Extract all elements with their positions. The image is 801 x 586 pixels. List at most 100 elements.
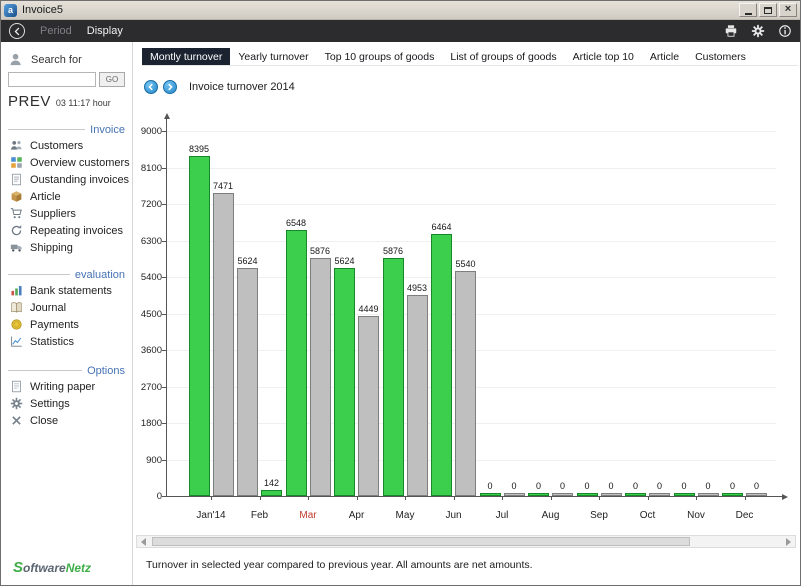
y-axis-label: 6300 [134,236,162,247]
tab-top10-groups[interactable]: Top 10 groups of goods [317,48,443,65]
window-title: Invoice5 [22,4,63,16]
close-x-icon [10,414,23,427]
close-icon: × [785,4,791,15]
minimize-icon [745,13,752,15]
x-axis-arrow [782,494,788,500]
bar-current-year [383,258,404,496]
bar-current-year [625,493,646,496]
sidebar-item-customers[interactable]: Customers [1,137,132,154]
tab-customers[interactable]: Customers [687,48,754,65]
bar-previous-year [601,493,622,496]
shipping-icon [10,241,23,254]
next-year-button[interactable] [163,80,177,94]
gridline [166,131,776,132]
printer-icon[interactable] [724,24,738,38]
writing-paper-icon [10,380,23,393]
scroll-right-icon[interactable] [786,538,791,546]
sidebar-item-article[interactable]: Article [1,188,132,205]
search-input[interactable] [8,72,96,87]
tab-yearly-turnover[interactable]: Yearly turnover [230,48,316,65]
toolbar: Period Display [1,20,800,42]
prev-label: PREV [8,93,51,110]
tab-article[interactable]: Article [642,48,687,65]
bar-previous-year [237,268,258,496]
overview-customers-icon [10,156,23,169]
back-button[interactable] [9,23,25,39]
y-axis-label: 8100 [134,163,162,174]
x-tick [599,496,600,500]
prev-time-label: 03 11:17 hour [56,98,111,108]
tab-list-groups[interactable]: List of groups of goods [442,48,564,65]
app-window: a Invoice5 × Period Display Search for G… [0,0,801,586]
bar-value-label: 5876 [373,246,413,256]
sidebar-item-shipping[interactable]: Shipping [1,239,132,256]
x-tick [211,496,212,500]
sidebar-item-writing-paper[interactable]: Writing paper [1,378,132,395]
x-tick [696,496,697,500]
y-axis-label: 5400 [134,272,162,283]
bar-current-year [189,156,210,496]
section-header-evaluation: evaluation [1,267,132,282]
x-tick [551,496,552,500]
sidebar: Search for GO PREV 03 11:17 hour Invoice… [1,42,133,585]
bar-value-label: 5624 [325,256,365,266]
sidebar-item-overview-customers[interactable]: Overview customers [1,154,132,171]
bar-previous-year [455,271,476,496]
bar-value-label: 7471 [203,181,243,191]
bar-previous-year [504,493,525,496]
sidebar-item-journal[interactable]: Journal [1,299,132,316]
bar-previous-year [358,316,379,496]
sidebar-item-close[interactable]: Close [1,412,132,429]
x-tick [648,496,649,500]
prev-year-button[interactable] [144,80,158,94]
section-header-options: Options [1,363,132,378]
info-icon[interactable] [778,24,792,38]
outstanding-invoices-icon [10,173,23,186]
x-tick [308,496,309,500]
tab-bar: Montly turnover Yearly turnover Top 10 g… [142,48,798,66]
tab-article-top10[interactable]: Article top 10 [565,48,642,65]
minimize-button[interactable] [739,3,757,17]
back-arrow-icon [12,26,23,37]
menu-period[interactable]: Period [40,25,72,37]
horizontal-scrollbar[interactable] [136,535,796,548]
tab-monthly-turnover[interactable]: Montly turnover [142,48,230,65]
sidebar-item-settings[interactable]: Settings [1,395,132,412]
search-label: Search for [31,54,82,66]
bar-current-year [722,493,743,496]
bar-previous-year [552,493,573,496]
close-button[interactable]: × [779,3,797,17]
repeating-invoices-icon [10,224,23,237]
x-tick [260,496,261,500]
bar-value-label: 5876 [300,246,340,256]
sidebar-item-payments[interactable]: Payments [1,316,132,333]
menu-display[interactable]: Display [87,25,123,37]
bar-previous-year [407,295,428,496]
sidebar-item-statistics[interactable]: Statistics [1,333,132,350]
main-area: Montly turnover Yearly turnover Top 10 g… [134,42,800,585]
bar-value-label: 0 [737,481,777,491]
bar-value-label: 8395 [179,144,219,154]
article-icon [10,190,23,203]
app-icon: a [4,4,17,17]
bar-value-label: 5624 [228,256,268,266]
bar-current-year [480,493,501,496]
bar-value-label: 5540 [446,259,486,269]
scroll-left-icon[interactable] [141,538,146,546]
y-axis-label: 3600 [134,345,162,356]
x-tick [502,496,503,500]
sidebar-item-repeating-invoices[interactable]: Repeating invoices [1,222,132,239]
go-button[interactable]: GO [99,72,125,87]
maximize-icon [764,7,772,14]
gear-icon[interactable] [751,24,765,38]
sidebar-item-bank-statements[interactable]: Bank statements [1,282,132,299]
sidebar-item-outstanding-invoices[interactable]: Oustanding invoices [1,171,132,188]
sidebar-item-suppliers[interactable]: Suppliers [1,205,132,222]
gridline [166,204,776,205]
maximize-button[interactable] [759,3,777,17]
y-axis-label: 2700 [134,382,162,393]
y-axis-label: 1800 [134,418,162,429]
x-tick [454,496,455,500]
scrollbar-thumb[interactable] [152,537,690,546]
payments-icon [10,318,23,331]
